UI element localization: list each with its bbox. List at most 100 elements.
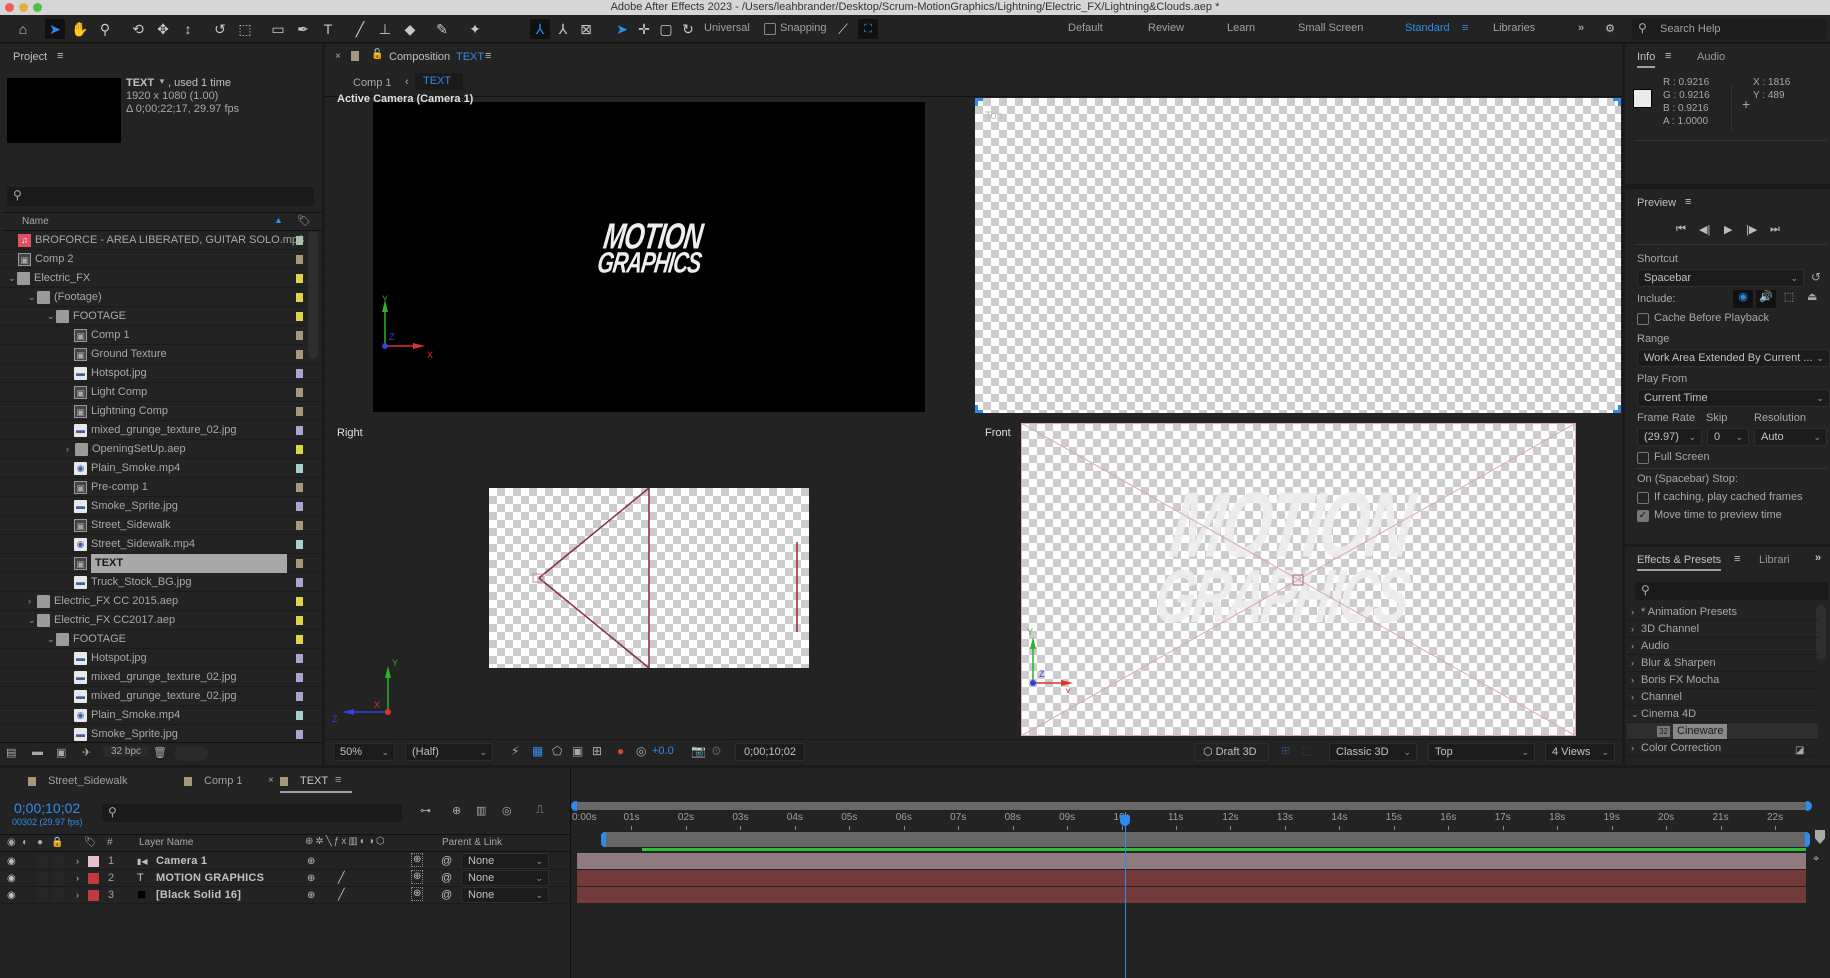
expand-layer-chevron-icon[interactable]: › <box>76 853 79 870</box>
layer-row[interactable]: ◉ › 1 ▮◀ Camera 1 ⊕ ⊕ @ None ⌄ <box>0 853 570 870</box>
label-color-swatch[interactable] <box>296 711 303 720</box>
orbit-camera-icon[interactable]: ⟲ <box>128 19 148 39</box>
zoom-window-button[interactable] <box>33 3 42 12</box>
skip-dropdown[interactable]: 0 ⌄ <box>1707 428 1749 446</box>
effects-category[interactable]: › Boris FX Mocha <box>1627 672 1818 689</box>
clone-stamp-icon[interactable]: ⊥ <box>375 19 395 39</box>
graph-editor-icon[interactable]: ⎍ <box>536 804 544 817</box>
if-caching-checkbox[interactable] <box>1637 492 1649 504</box>
next-frame-icon[interactable]: |▶ <box>1746 223 1757 236</box>
shortcut-dropdown[interactable]: Spacebar ⌄ <box>1637 269 1804 287</box>
bit-depth-button[interactable]: 32 bpc <box>103 746 150 757</box>
top-viewer[interactable] <box>975 98 1621 413</box>
include-video-icon[interactable]: ◉ <box>1733 290 1753 308</box>
close-tab-icon[interactable]: × <box>268 775 274 786</box>
play-from-dropdown[interactable]: Current Time ⌄ <box>1637 389 1830 407</box>
chevron-icon[interactable]: › <box>1631 689 1634 706</box>
comp-marker-bin-icon[interactable]: ⌖ <box>1813 853 1819 866</box>
layer-name[interactable]: Camera 1 <box>156 853 207 870</box>
chevron-icon[interactable]: ⌄ <box>1631 706 1639 723</box>
layer-name[interactable]: [Black Solid 16] <box>156 887 241 904</box>
chevron-icon[interactable]: ⌄ <box>47 630 55 649</box>
quality-switch-icon[interactable]: ╱ <box>338 870 345 887</box>
visibility-toggle-icon[interactable]: ◉ <box>7 853 16 870</box>
frame-rate-dropdown[interactable]: (29.97) ⌄ <box>1637 428 1702 446</box>
work-area-start-handle[interactable] <box>601 832 607 847</box>
grid-guides-icon[interactable]: ⊞ <box>592 744 602 758</box>
universal-label[interactable]: Universal <box>704 22 750 34</box>
more-workspaces-icon[interactable]: » <box>1578 22 1584 34</box>
sort-ascending-icon[interactable]: ▲ <box>274 215 283 225</box>
label-color-swatch[interactable] <box>296 369 303 378</box>
resolution-dropdown[interactable]: (Half) ⌄ <box>405 743 493 761</box>
project-settings-icon[interactable]: ✈ <box>82 746 91 759</box>
chevron-icon[interactable]: ⌄ <box>28 288 36 307</box>
parent-dropdown[interactable]: None ⌄ <box>461 853 549 869</box>
label-color-swatch[interactable] <box>296 274 303 283</box>
new-folder-icon[interactable]: ▬ <box>32 746 43 758</box>
work-area-bar[interactable] <box>604 832 1806 847</box>
interpret-footage-icon[interactable]: ▤ <box>6 746 16 759</box>
label-color-swatch[interactable] <box>296 730 303 739</box>
pickwhip-icon[interactable]: @ <box>441 870 452 887</box>
label-color-swatch[interactable] <box>296 654 303 663</box>
lock-icon[interactable]: 🔓 <box>371 49 383 60</box>
draft-3d-button[interactable]: ⬡ Draft 3D <box>1194 743 1269 761</box>
label-color-swatch[interactable] <box>296 464 303 473</box>
visibility-toggle-icon[interactable]: ◉ <box>7 887 16 904</box>
zoom-tool-icon[interactable]: ⚲ <box>95 19 115 39</box>
project-item[interactable]: ▬ mixed_grunge_texture_02.jpg <box>0 668 322 687</box>
effects-category[interactable]: ⌄ Cinema 4D <box>1627 706 1818 723</box>
parent-dropdown[interactable]: None ⌄ <box>461 870 549 886</box>
view-axis-icon[interactable]: ⊠ <box>576 19 596 39</box>
project-item[interactable]: ▣ Street_Sidewalk <box>0 516 322 535</box>
chevron-icon[interactable]: › <box>1631 655 1634 672</box>
lock-toggle[interactable] <box>51 872 63 885</box>
audio-tab[interactable]: Audio <box>1697 51 1725 63</box>
label-color-swatch[interactable] <box>296 350 303 359</box>
effects-search-input[interactable]: ⚲ <box>1635 582 1828 600</box>
audio-toggle[interactable] <box>36 855 48 868</box>
preview-menu-icon[interactable]: ≡ <box>1685 196 1691 208</box>
project-item[interactable]: ◉ Plain_Smoke.mp4 <box>0 459 322 478</box>
snapping-checkbox[interactable] <box>764 23 776 35</box>
export-icon[interactable]: ⏏ <box>1807 290 1817 303</box>
project-item[interactable]: ▣ Lightning Comp <box>0 402 322 421</box>
layer-row[interactable]: ◉ › 2 T MOTION GRAPHICS ⊕ ╱ ⊕ @ None ⌄ <box>0 870 570 887</box>
layer-duration-bar[interactable] <box>577 887 1806 903</box>
project-item[interactable]: ▣ Ground Texture <box>0 345 322 364</box>
close-window-button[interactable] <box>5 3 14 12</box>
effects-category[interactable]: › Blur & Sharpen <box>1627 655 1818 672</box>
timeline-menu-icon[interactable]: ≡ <box>335 774 341 786</box>
more-panels-icon[interactable]: » <box>1815 552 1821 564</box>
chevron-icon[interactable]: › <box>1631 621 1634 638</box>
layer-row[interactable]: ◉ › 3 ■ [Black Solid 16] ⊕ ╱ ⊕ @ None ⌄ <box>0 887 570 904</box>
current-time-display[interactable]: 0;00;10;02 <box>735 743 805 761</box>
extended-viewer-icon[interactable]: ⊞ <box>1281 744 1290 757</box>
label-color-swatch[interactable] <box>296 293 303 302</box>
brush-tool-icon[interactable]: ╱ <box>350 19 370 39</box>
include-overlays-icon[interactable]: ⬚ <box>1779 290 1799 308</box>
project-item[interactable]: ▬ mixed_grunge_texture_02.jpg <box>0 421 322 440</box>
label-color-swatch[interactable] <box>296 692 303 701</box>
3d-layer-switch-icon[interactable]: ⊕ <box>411 853 424 867</box>
project-item[interactable]: ⌄ (Footage) <box>0 288 322 307</box>
project-item[interactable]: ▬ Hotspot.jpg <box>0 649 322 668</box>
pan-camera-icon[interactable]: ✥ <box>153 19 173 39</box>
project-item[interactable]: ▬ mixed_grunge_texture_02.jpg <box>0 687 322 706</box>
chevron-icon[interactable]: ⌄ <box>8 269 16 288</box>
time-navigator-bar[interactable] <box>572 802 1810 810</box>
range-dropdown[interactable]: Work Area Extended By Current ... ⌄ <box>1637 349 1830 367</box>
layer-label-color[interactable] <box>88 856 99 867</box>
first-frame-icon[interactable]: ⏮ <box>1676 223 1686 236</box>
3d-scale-icon[interactable]: ▢ <box>656 19 676 39</box>
timeline-tab[interactable]: × TEXT ≡ <box>268 773 352 793</box>
mask-visibility-icon[interactable]: ⬠ <box>552 744 562 758</box>
name-column-header[interactable]: Name <box>22 216 49 227</box>
libraries-tab[interactable]: Librari <box>1759 554 1790 566</box>
chevron-icon[interactable]: › <box>1631 638 1634 655</box>
project-item[interactable]: ▬ Smoke_Sprite.jpg <box>0 725 322 741</box>
audio-toggle[interactable] <box>36 872 48 885</box>
info-menu-icon[interactable]: ≡ <box>1665 50 1671 62</box>
chevron-icon[interactable]: › <box>1631 740 1634 757</box>
